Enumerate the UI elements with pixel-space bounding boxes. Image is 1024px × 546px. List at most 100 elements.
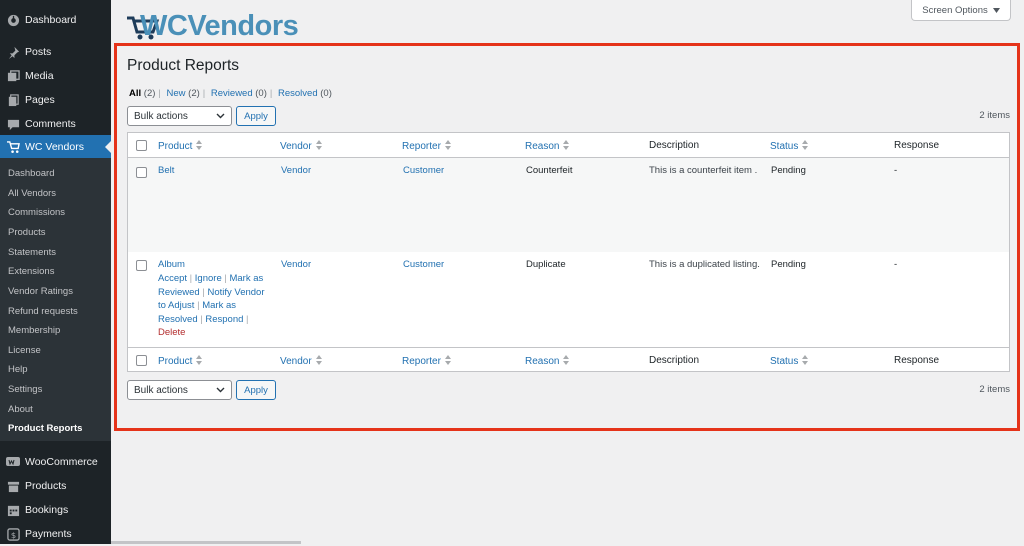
screen-options-button[interactable]: Screen Options	[911, 0, 1011, 21]
table-row: Album Accept | Ignore | Mark as Reviewed…	[128, 252, 1009, 347]
table-row: Belt Vendor Customer Counterfeit This is…	[128, 158, 1009, 252]
submenu-item-statements[interactable]: Statements	[8, 247, 56, 258]
wc-vendors-submenu: Dashboard All Vendors Commissions Produc…	[0, 158, 111, 441]
logo-text: WCVendors	[140, 10, 299, 42]
row-checkbox[interactable]	[136, 167, 147, 178]
submenu-item-help[interactable]: Help	[8, 364, 28, 375]
submenu-item-refund-requests[interactable]: Refund requests	[8, 306, 78, 317]
menu-woocommerce[interactable]: WooCommerce	[0, 450, 111, 474]
vendor-link[interactable]: Vendor	[281, 258, 311, 272]
submenu-item-license[interactable]: License	[8, 345, 41, 356]
description-text: This is a counterfeit item .	[649, 165, 758, 176]
admin-sidebar: Dashboard Posts Media Pages Comments WC …	[0, 0, 111, 544]
submenu-item-membership[interactable]: Membership	[8, 325, 60, 336]
column-description: Description	[649, 355, 700, 366]
reason-text: Counterfeit	[526, 165, 573, 176]
sort-icon	[444, 140, 451, 150]
respond-action[interactable]: Respond	[205, 314, 243, 325]
sort-icon	[315, 355, 322, 365]
sort-icon	[802, 355, 809, 365]
bulk-actions-label: Bulk actions	[134, 384, 188, 396]
product-reports-table: Product Vendor Reporter Reason Descripti…	[127, 132, 1010, 372]
ignore-action[interactable]: Ignore	[195, 273, 222, 284]
product-link[interactable]: Album	[158, 258, 185, 272]
submenu-item-settings[interactable]: Settings	[8, 384, 42, 395]
filter-new-count: (2)	[188, 88, 200, 99]
submenu-item-extensions[interactable]: Extensions	[8, 266, 54, 277]
menu-label: Pages	[25, 94, 55, 106]
menu-media[interactable]: Media	[0, 64, 111, 88]
menu-comments[interactable]: Comments	[0, 112, 111, 136]
submenu-item-commissions[interactable]: Commissions	[8, 207, 65, 218]
column-reason[interactable]: Reason	[525, 140, 570, 152]
select-all-checkbox[interactable]	[136, 140, 147, 151]
screen-options-label: Screen Options	[922, 4, 988, 16]
filter-reviewed[interactable]: Reviewed	[211, 88, 253, 99]
accept-action[interactable]: Accept	[158, 273, 187, 284]
menu-products[interactable]: Products	[0, 474, 111, 498]
menu-label: Dashboard	[25, 14, 77, 26]
menu-label: WooCommerce	[25, 456, 98, 468]
menu-dashboard[interactable]: Dashboard	[0, 8, 111, 32]
items-count-top: 2 items	[979, 110, 1010, 121]
archive-icon	[6, 479, 20, 493]
column-reporter[interactable]: Reporter	[402, 140, 451, 152]
table-footer: Product Vendor Reporter Reason Descripti…	[128, 347, 1009, 372]
menu-label: Posts	[25, 46, 52, 58]
menu-bookings[interactable]: Bookings	[0, 498, 111, 522]
apply-button-bottom[interactable]: Apply	[236, 380, 276, 400]
filter-resolved-count: (0)	[320, 88, 332, 99]
menu-pages[interactable]: Pages	[0, 88, 111, 112]
view-filters: All (2) | New (2) | Reviewed (0) | Resolved…	[129, 88, 332, 99]
woocommerce-icon	[6, 455, 20, 469]
submenu-item-products[interactable]: Products	[8, 227, 46, 238]
select-all-checkbox-footer[interactable]	[136, 355, 147, 366]
chevron-down-icon	[216, 387, 225, 393]
column-status[interactable]: Status	[770, 140, 809, 152]
response-text: -	[894, 259, 898, 270]
status-text: Pending	[771, 165, 806, 176]
menu-wc-vendors[interactable]: WC Vendors	[0, 135, 111, 159]
filter-all-count: (2)	[143, 88, 156, 99]
column-response: Response	[894, 355, 940, 366]
menu-label: Payments	[25, 528, 72, 540]
filter-reviewed-count: (0)	[255, 88, 267, 99]
pages-icon	[6, 93, 20, 107]
filter-all[interactable]: All	[129, 88, 141, 99]
apply-button-top[interactable]: Apply	[236, 106, 276, 126]
bulk-actions-select-top[interactable]: Bulk actions	[127, 106, 232, 126]
column-status[interactable]: Status	[770, 355, 809, 367]
delete-action[interactable]: Delete	[158, 327, 185, 338]
menu-label: Media	[25, 70, 54, 82]
vendor-link[interactable]: Vendor	[281, 164, 311, 178]
submenu-item-all-vendors[interactable]: All Vendors	[8, 188, 56, 199]
row-checkbox[interactable]	[136, 260, 147, 271]
reporter-link[interactable]: Customer	[403, 258, 444, 272]
dashboard-icon	[6, 13, 20, 27]
dollar-icon: $	[6, 527, 20, 541]
menu-label: Comments	[25, 118, 76, 130]
column-vendor[interactable]: Vendor	[280, 355, 322, 367]
product-link[interactable]: Belt	[158, 164, 174, 178]
column-reporter[interactable]: Reporter	[402, 355, 451, 367]
submenu-item-dashboard[interactable]: Dashboard	[8, 168, 54, 179]
menu-posts[interactable]: Posts	[0, 40, 111, 64]
reporter-link[interactable]: Customer	[403, 164, 444, 178]
sort-icon	[444, 355, 451, 365]
submenu-item-about[interactable]: About	[8, 404, 33, 415]
submenu-item-product-reports[interactable]: Product Reports	[8, 423, 82, 434]
filter-resolved[interactable]: Resolved	[278, 88, 318, 99]
column-product[interactable]: Product	[158, 355, 203, 367]
filter-new[interactable]: New	[167, 88, 186, 99]
submenu-item-vendor-ratings[interactable]: Vendor Ratings	[8, 286, 73, 297]
column-vendor[interactable]: Vendor	[280, 140, 322, 152]
wc-vendors-logo: WCVendors	[126, 9, 316, 43]
menu-payments[interactable]: $ Payments	[0, 522, 111, 546]
sort-icon	[563, 355, 570, 365]
sort-icon	[196, 140, 203, 150]
bulk-actions-select-bottom[interactable]: Bulk actions	[127, 380, 232, 400]
column-product[interactable]: Product	[158, 140, 203, 152]
column-reason[interactable]: Reason	[525, 355, 570, 367]
sort-icon	[196, 355, 203, 365]
page-title: Product Reports	[127, 57, 239, 74]
